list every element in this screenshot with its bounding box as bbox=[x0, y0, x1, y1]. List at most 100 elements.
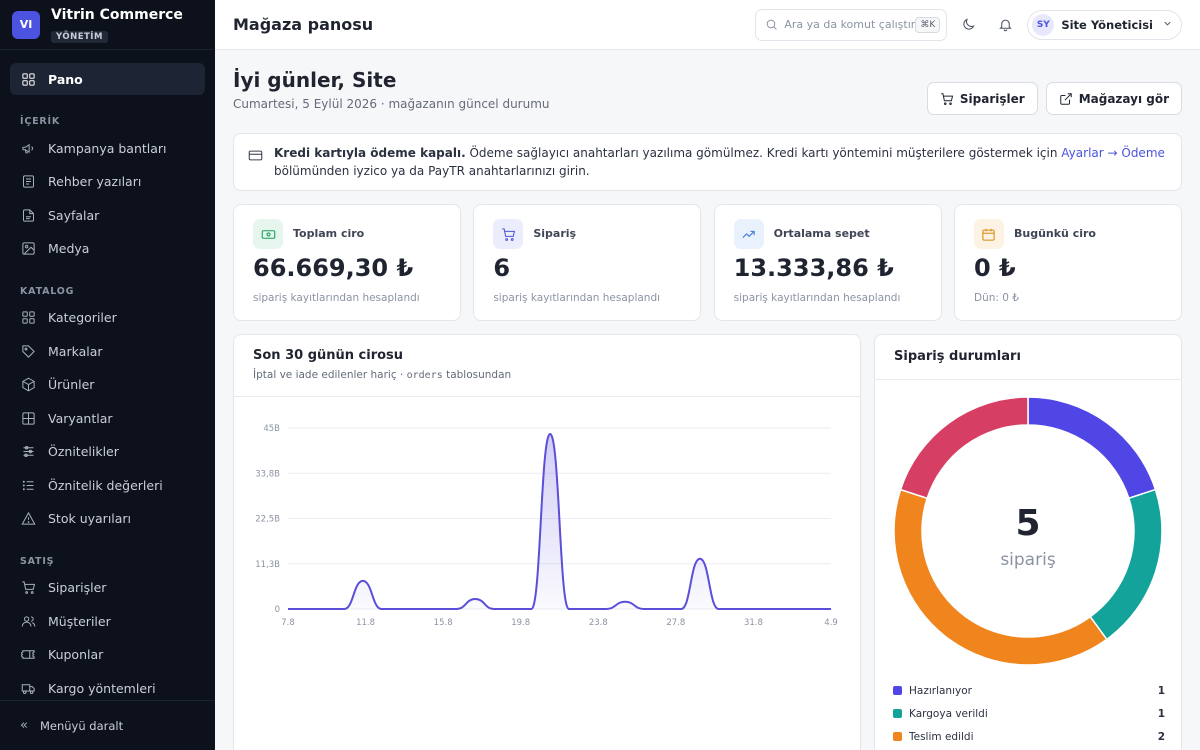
search-icon bbox=[767, 19, 778, 30]
calendar-icon bbox=[973, 219, 1004, 249]
sidebar-item-kategoriler[interactable]: Kategoriler bbox=[10, 302, 205, 334]
brand-logo: VI bbox=[12, 10, 40, 39]
notifications-button[interactable] bbox=[989, 9, 1021, 41]
ticket-icon bbox=[20, 647, 36, 663]
stat-card-siparis: Sipariş 6 sipariş kayıtlarından hesaplandı bbox=[473, 204, 702, 321]
file-icon bbox=[20, 207, 36, 223]
sidebar-item-label: Kargo yöntemleri bbox=[48, 680, 156, 696]
stat-note: sipariş kayıtlarından hesaplandı bbox=[493, 292, 661, 304]
avatar: SY bbox=[1032, 13, 1055, 36]
chevrons-left-icon: « bbox=[20, 718, 28, 733]
sidebar-item-markalar[interactable]: Markalar bbox=[10, 335, 205, 367]
donut-center-value: 5 bbox=[1015, 503, 1040, 544]
sidebar-item-urunler[interactable]: Ürünler bbox=[10, 369, 205, 401]
sidebar-item-pano[interactable]: Pano bbox=[10, 63, 205, 95]
orders-button[interactable]: Siparişler bbox=[926, 82, 1038, 115]
image-icon bbox=[20, 241, 36, 257]
legend-item: Hazırlanıyor 1 bbox=[893, 679, 1165, 702]
notice-text-end: bölümünden iyzico ya da PayTR anahtarlar… bbox=[274, 163, 590, 178]
credit-card-icon bbox=[248, 150, 263, 161]
sidebar-item-label: Stok uyarıları bbox=[48, 511, 132, 526]
sidebar-item-label: Sayfalar bbox=[48, 207, 100, 223]
stat-label: Bugünkü ciro bbox=[1013, 227, 1096, 240]
revenue-chart: 0 11,3B 22,5B 33,8B 45B 7.8 11.8 15.8 19.8 23.8 27… bbox=[255, 424, 838, 628]
brand[interactable]: VI Vitrin Commerce YÖNETİM bbox=[0, 0, 215, 50]
sidebar-item-oznitelikler[interactable]: Öznitelikler bbox=[10, 436, 205, 468]
revenue-chart-card: Son 30 günün cirosu İptal ve iade edilen… bbox=[233, 334, 861, 750]
sidebar-item-label: Kampanya bantları bbox=[48, 140, 167, 156]
greeting-subtitle: Cumartesi, 5 Eylül 2026 · mağazanın günc… bbox=[233, 97, 550, 111]
notice-text: Ödeme sağlayıcı anahtarları yazılıma göm… bbox=[465, 146, 1062, 160]
x-tick-label: 31.8 bbox=[744, 618, 763, 628]
stat-label: Ortalama sepet bbox=[773, 227, 870, 240]
search-input[interactable]: Ara ya da komut çalıştır ⌘K bbox=[755, 8, 948, 41]
user-name: Site Yöneticisi bbox=[1061, 17, 1153, 32]
sidebar-item-sayfalar[interactable]: Sayfalar bbox=[10, 199, 205, 231]
y-tick-label: 33,8B bbox=[255, 469, 280, 479]
legend-swatch bbox=[893, 709, 902, 718]
sidebar-item-kampanya-bantlari[interactable]: Kampanya bantları bbox=[10, 132, 205, 164]
y-tick-label: 45B bbox=[263, 424, 280, 434]
payment-notice: Kredi kartıyla ödeme kapalı. Ödeme sağla… bbox=[233, 133, 1182, 191]
sidebar-item-stok-uyarilari[interactable]: Stok uyarıları bbox=[10, 503, 205, 535]
stat-card-toplam-ciro: Toplam ciro 66.669,30 ₺ sipariş kayıtların… bbox=[233, 204, 461, 321]
payment-settings-link[interactable]: Ayarlar → Ödeme bbox=[1061, 146, 1165, 160]
y-tick-label: 22,5B bbox=[255, 515, 280, 525]
donut-center-label: sipariş bbox=[1000, 550, 1056, 570]
alert-icon bbox=[20, 511, 36, 527]
cart-icon bbox=[493, 219, 524, 249]
view-store-button[interactable]: Mağazayı gör bbox=[1045, 82, 1182, 115]
sidebar-item-varyantlar[interactable]: Varyantlar bbox=[10, 402, 205, 434]
sidebar-item-medya[interactable]: Medya bbox=[10, 233, 205, 265]
revenue-chart-subtitle: İptal ve iade edilenler hariç · orders t… bbox=[253, 369, 512, 381]
x-tick-label: 15.8 bbox=[434, 618, 453, 628]
user-menu-button[interactable]: SY Site Yöneticisi bbox=[1027, 9, 1182, 40]
top-header: Mağaza panosu Ara ya da komut çalıştır ⌘… bbox=[215, 0, 1200, 50]
x-tick-label: 7.8 bbox=[281, 618, 295, 628]
main-content: İyi günler, Site Cumartesi, 5 Eylül 2026… bbox=[215, 50, 1200, 750]
stat-note: sipariş kayıtlarından hesaplandı bbox=[253, 292, 420, 304]
chevron-down-icon bbox=[1164, 21, 1171, 26]
bell-icon bbox=[999, 19, 1012, 32]
y-tick-label: 11,3B bbox=[255, 560, 280, 570]
sidebar-item-kuponlar[interactable]: Kuponlar bbox=[10, 639, 205, 671]
tag-icon bbox=[20, 343, 36, 359]
list-icon bbox=[20, 477, 36, 493]
sidebar-item-siparisler[interactable]: Siparişler bbox=[10, 572, 205, 604]
sidebar-item-label: Kategoriler bbox=[48, 310, 117, 325]
sidebar-item-oznitelik-degerleri[interactable]: Öznitelik değerleri bbox=[10, 469, 205, 501]
x-tick-label: 11.8 bbox=[356, 618, 375, 628]
revenue-chart-title: Son 30 günün cirosu bbox=[253, 348, 404, 363]
stat-value: 66.669,30 ₺ bbox=[253, 254, 414, 282]
legend-count: 1 bbox=[1157, 684, 1165, 697]
x-tick-label: 19.8 bbox=[511, 618, 530, 628]
sidebar-item-label: Medya bbox=[48, 241, 90, 256]
legend-swatch bbox=[893, 686, 902, 695]
orders-button-label: Siparişler bbox=[959, 91, 1025, 106]
view-store-button-label: Mağazayı gör bbox=[1078, 91, 1169, 106]
sidebar-item-label: Pano bbox=[48, 71, 83, 87]
trend-up-icon bbox=[733, 219, 764, 249]
sidebar-nav: Pano İÇERİK Kampanya bantları Rehber yazıla… bbox=[0, 50, 215, 704]
x-tick-label: 27.8 bbox=[666, 618, 685, 628]
sidebar-item-label: Ürünler bbox=[48, 377, 95, 392]
stat-label: Toplam ciro bbox=[293, 227, 365, 240]
sidebar-item-musteriler[interactable]: Müşteriler bbox=[10, 605, 205, 637]
grid-icon bbox=[20, 310, 36, 326]
search-shortcut: ⌘K bbox=[915, 16, 941, 33]
order-status-card: Sipariş durumları 5 sipariş Hazırlanıyor 1… bbox=[874, 334, 1182, 750]
stat-card-ortalama-sepet: Ortalama sepet 13.333,86 ₺ sipariş kayıtla… bbox=[713, 204, 942, 321]
sidebar-item-rehber-yazilari[interactable]: Rehber yazıları bbox=[10, 166, 205, 198]
collapse-menu-button[interactable]: « Menüyü daralt bbox=[0, 700, 215, 750]
brand-badge: YÖNETİM bbox=[51, 30, 108, 43]
sidebar-item-label: Öznitelikler bbox=[48, 444, 119, 459]
stat-value: 0 ₺ bbox=[973, 254, 1016, 282]
stat-cards: Toplam ciro 66.669,30 ₺ sipariş kayıtların… bbox=[233, 204, 1182, 321]
donut-slice bbox=[1027, 396, 1157, 500]
sidebar-section-title: İÇERİK bbox=[20, 116, 61, 127]
theme-toggle-button[interactable] bbox=[952, 9, 984, 41]
legend-label: Kargoya verildi bbox=[909, 707, 988, 720]
legend-swatch bbox=[893, 732, 902, 741]
external-link-icon bbox=[1059, 92, 1072, 105]
collapse-menu-label: Menüyü daralt bbox=[39, 718, 124, 733]
